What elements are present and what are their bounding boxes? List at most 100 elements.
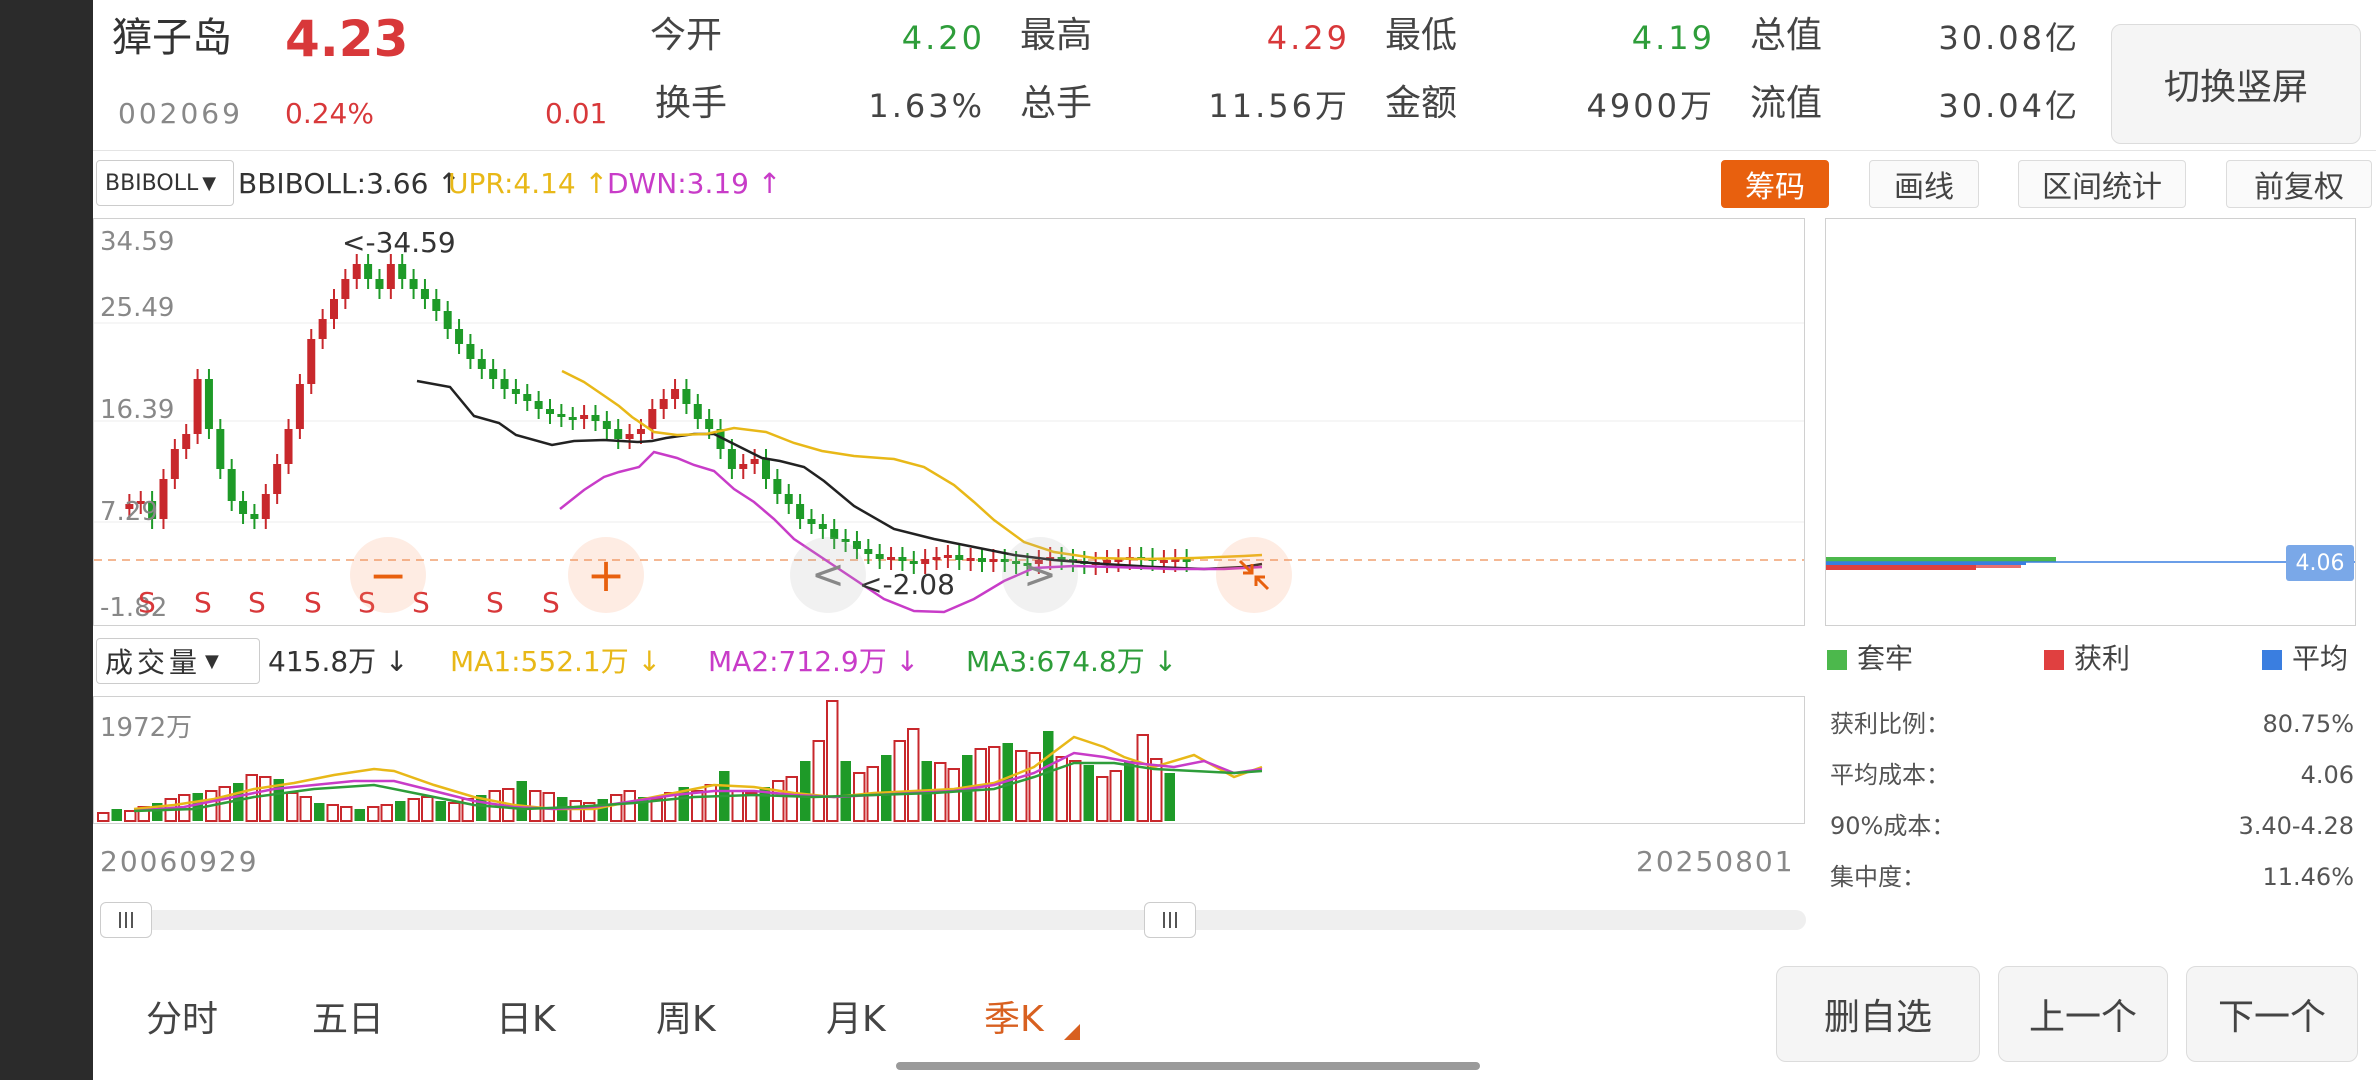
candle-body	[898, 557, 907, 561]
chevron-down-icon: ▼	[202, 172, 217, 194]
candle-body	[978, 558, 986, 562]
candle-body	[602, 421, 611, 429]
volume-indicator-selector[interactable]: 成交量 ▼	[96, 638, 260, 684]
next-candle-button[interactable]: >	[1002, 537, 1078, 613]
candle-body	[864, 549, 873, 554]
candle-body	[966, 558, 975, 561]
candle-body	[477, 359, 486, 369]
volume-bar	[947, 768, 960, 822]
period-tab[interactable]: 日K	[496, 990, 556, 1042]
volume-ma1: MA1:552.1万 ↓	[450, 645, 662, 678]
chip-stat-label: 平均成本：	[1830, 761, 1950, 789]
volume-bar	[840, 761, 851, 821]
volume-bar	[97, 812, 110, 822]
period-tab[interactable]: 五日	[312, 990, 384, 1042]
volume-bar	[772, 780, 785, 822]
candle-body	[170, 449, 179, 479]
candle-body	[182, 434, 191, 449]
candle-body	[921, 559, 930, 564]
candle-body	[284, 429, 293, 464]
minus-icon: −	[368, 548, 408, 602]
candle-body	[466, 344, 475, 359]
y-axis-label: 7.29	[100, 497, 158, 527]
volume-ma3: MA3:674.8万 ↓	[966, 645, 1178, 678]
candle-body	[614, 429, 623, 439]
range-slider-right-handle[interactable]	[1144, 902, 1196, 938]
stat-label: 金额	[1385, 83, 1458, 124]
candle-body	[364, 264, 373, 279]
next-stock-button[interactable]: 下一个	[2186, 966, 2358, 1062]
zoom-in-button[interactable]: +	[568, 537, 644, 613]
current-price: 4.23	[285, 10, 409, 68]
range-slider-track[interactable]	[100, 910, 1806, 930]
collapse-button[interactable]	[1216, 537, 1292, 613]
remove-watchlist-button[interactable]: 删自选	[1776, 966, 1980, 1062]
period-tab[interactable]: 周K	[656, 990, 716, 1042]
sell-signal-marker: S	[248, 586, 266, 619]
min-price-marker: <-2.08	[859, 568, 955, 601]
candle-body	[398, 264, 407, 279]
bbiboll-value: BBIBOLL:3.66 ↑	[238, 167, 461, 200]
candle-body	[887, 557, 896, 560]
home-indicator[interactable]	[896, 1062, 1480, 1070]
switch-portrait-button[interactable]: 切换竖屏	[2111, 24, 2361, 144]
volume-bar	[1083, 765, 1094, 821]
candle-body	[204, 379, 213, 429]
candle-body	[546, 409, 554, 414]
sell-signal-marker: S	[486, 586, 504, 619]
range-slider-left-handle[interactable]	[100, 902, 152, 938]
candle-body	[318, 319, 327, 339]
y-axis-label: 16.39	[100, 395, 175, 425]
volume-bar	[826, 700, 839, 822]
indicator-selector[interactable]: BBIBOLL ▼	[96, 160, 234, 206]
volume-bar	[448, 802, 461, 822]
indicator-selector-label: BBIBOLL	[105, 170, 199, 196]
volume-bar	[340, 806, 353, 822]
legend-swatch	[2044, 650, 2064, 670]
volume-bar	[314, 803, 325, 821]
upr-value: UPR:4.14 ↑	[448, 167, 609, 200]
candle-body	[386, 264, 395, 289]
candle-body	[989, 559, 998, 562]
volume-bar	[111, 809, 122, 821]
period-tab[interactable]: 季K	[984, 990, 1044, 1042]
chip-stat-label: 90%成本：	[1830, 812, 1956, 840]
legend-swatch	[2262, 650, 2282, 670]
draw-line-button[interactable]: 画线	[1869, 160, 1979, 208]
collapse-icon	[1238, 559, 1270, 591]
candle-body	[784, 494, 793, 504]
volume-bar	[597, 799, 608, 821]
volume-bar	[623, 790, 636, 822]
previous-stock-button[interactable]: 上一个	[1998, 966, 2168, 1062]
volume-chart[interactable]: 1972万	[93, 696, 1805, 824]
chip-bar-profit	[1976, 565, 2021, 568]
volume-bar	[1124, 761, 1135, 821]
prev-candle-button[interactable]: <	[790, 537, 866, 613]
period-tab[interactable]: 月K	[826, 990, 886, 1042]
active-tab-indicator	[1064, 1024, 1080, 1040]
period-tab[interactable]: 分时	[146, 990, 218, 1042]
candle-body	[443, 311, 452, 329]
volume-svg	[97, 700, 1263, 822]
zoom-out-button[interactable]: −	[350, 537, 426, 613]
kline-chart[interactable]: 34.59 25.49 16.39 7.29 -1.82 <-34.59 <-2…	[93, 218, 1805, 626]
volume-bar	[326, 804, 339, 822]
candle-body	[557, 414, 566, 417]
candle-body	[909, 561, 918, 564]
volume-bar	[1109, 770, 1122, 822]
range-stats-button[interactable]: 区间统计	[2018, 160, 2186, 208]
sell-signal-marker: S	[304, 586, 322, 619]
candle-body	[295, 384, 304, 429]
candle-body	[432, 299, 441, 311]
volume-bar	[610, 794, 623, 822]
volume-bar	[1069, 760, 1082, 822]
forward-adjust-button[interactable]: 前复权	[2226, 160, 2372, 208]
volume-bar	[893, 740, 906, 822]
sell-signal-marker: S	[542, 586, 560, 619]
end-date: 20250801	[1636, 845, 1795, 878]
sell-signal-marker: S	[194, 586, 212, 619]
candle-body	[762, 459, 770, 479]
average-price-tag: 4.06	[2286, 545, 2354, 581]
chips-button[interactable]: 筹码	[1721, 160, 1829, 208]
candle-body	[250, 514, 259, 519]
